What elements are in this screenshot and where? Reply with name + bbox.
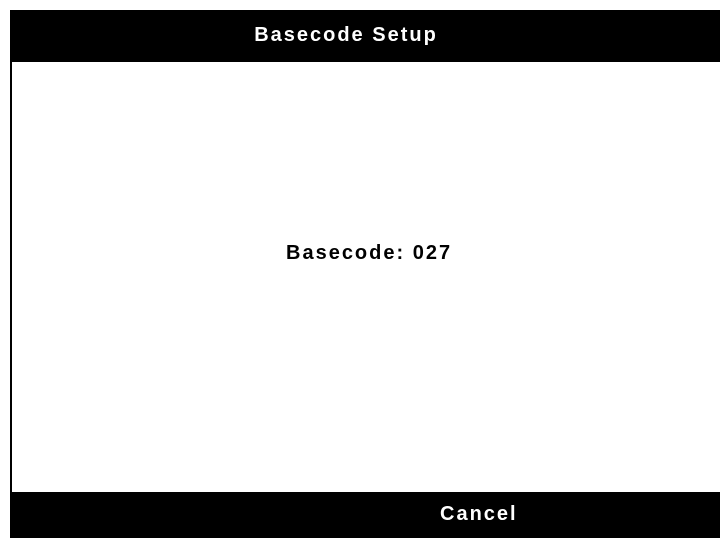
basecode-display: Basecode: 027 bbox=[286, 242, 452, 265]
screen-title: Basecode Setup bbox=[254, 23, 438, 46]
title-bar: Basecode Setup bbox=[10, 10, 720, 60]
content-panel: Basecode: 027 bbox=[10, 60, 720, 492]
basecode-setup-screen: Basecode Setup Basecode: 027 Cancel bbox=[0, 0, 720, 538]
bottom-bar: Cancel bbox=[10, 492, 720, 538]
basecode-label: Basecode: bbox=[286, 242, 406, 264]
basecode-value: 027 bbox=[412, 242, 453, 264]
cancel-button[interactable]: Cancel bbox=[440, 503, 518, 526]
